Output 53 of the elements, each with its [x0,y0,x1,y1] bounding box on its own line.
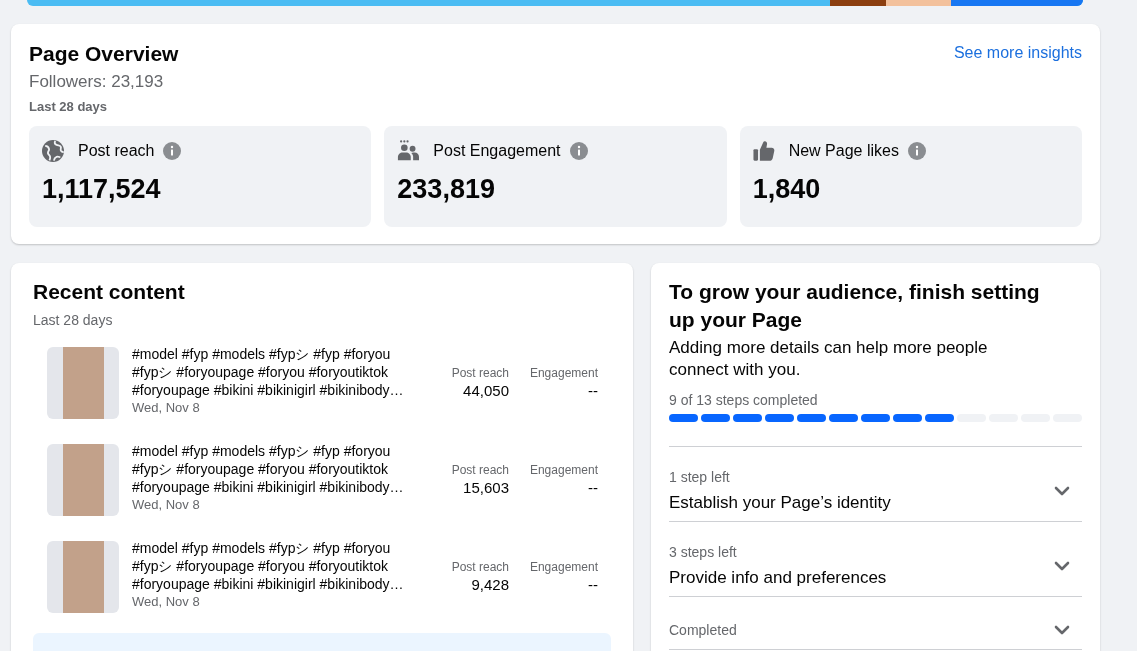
stat-value: 1,840 [752,173,821,205]
stat-label: New Page likes [788,141,899,161]
chevron-icon [1054,561,1070,571]
metric-label: Engagement [529,365,598,381]
thumbnail[interactable] [47,444,119,516]
globe-icon [42,140,64,162]
metric-value: 15,603 [463,478,509,498]
info-icon[interactable] [163,142,182,160]
setup-title: To grow your audience, finish setting up your Page [669,279,1041,333]
photo-placeholder [62,347,104,419]
stat-value: 233,819 [397,173,495,205]
metric-value: -- [588,478,598,498]
chevron-icon [1054,486,1070,496]
post-caption[interactable]: #model #fyp #models #fypシ #fyp #foryou #fypシ #foryoupage #foryou #foryoutiktok #foryoupage #bikini #bikinigirl #bikinibody… [132,345,424,399]
post-date: Wed, Nov 8 [132,400,200,416]
metric-label: Post reach [451,462,509,478]
thumbnail[interactable] [47,541,119,613]
photo-placeholder [62,541,104,613]
metric-value: -- [588,381,598,401]
chevron-icon [1054,625,1070,635]
period-label: Last 28 days [33,311,113,329]
info-icon[interactable] [569,142,588,160]
info-icon[interactable] [907,142,926,160]
metric-label: Post reach [451,365,509,381]
progress-label: 9 of 13 steps completed [669,391,818,409]
post-caption[interactable]: #model #fyp #models #fypシ #fyp #foryou #fypシ #foryoupage #foryou #foryoutiktok #foryoupage #bikini #bikinigirl #bikinibody… [132,442,424,496]
stat-value: 1,117,524 [42,173,161,205]
step-title: Provide info and preferences [669,567,887,589]
metric-label: Post reach [451,559,509,575]
step-status: 1 step left [669,468,730,486]
followers-count: Followers: 23,193 [29,71,164,93]
step-status: Completed [669,621,737,639]
post-caption[interactable]: #model #fyp #models #fypシ #fyp #foryou #fypシ #foryoupage #foryou #foryoutiktok #foryoupage #bikini #bikinigirl #bikinibody… [132,539,424,593]
metric-value: 9,428 [471,575,509,595]
metric-label: Engagement [529,559,598,575]
section-title: Recent content [33,280,185,304]
see-more-insights-link[interactable]: See more insights [953,43,1082,63]
stat-label: Post reach [78,141,155,161]
metric-value: -- [588,575,598,595]
section-title: Page Overview [29,42,179,66]
post-date: Wed, Nov 8 [132,594,200,610]
photo-placeholder [62,444,104,516]
metric-label: Engagement [529,462,598,478]
period-label: Last 28 days [29,99,108,115]
thumbnail[interactable] [47,347,119,419]
setup-description: Adding more details can help more people connect with you. [669,337,989,381]
thumbs-up-icon [752,140,775,162]
step-title: Establish your Page’s identity [669,492,891,514]
metric-value: 44,050 [463,381,509,401]
stat-label: Post Engagement [433,141,561,161]
step-status: 3 steps left [669,543,737,561]
post-date: Wed, Nov 8 [132,497,200,513]
people-icon [397,140,420,162]
